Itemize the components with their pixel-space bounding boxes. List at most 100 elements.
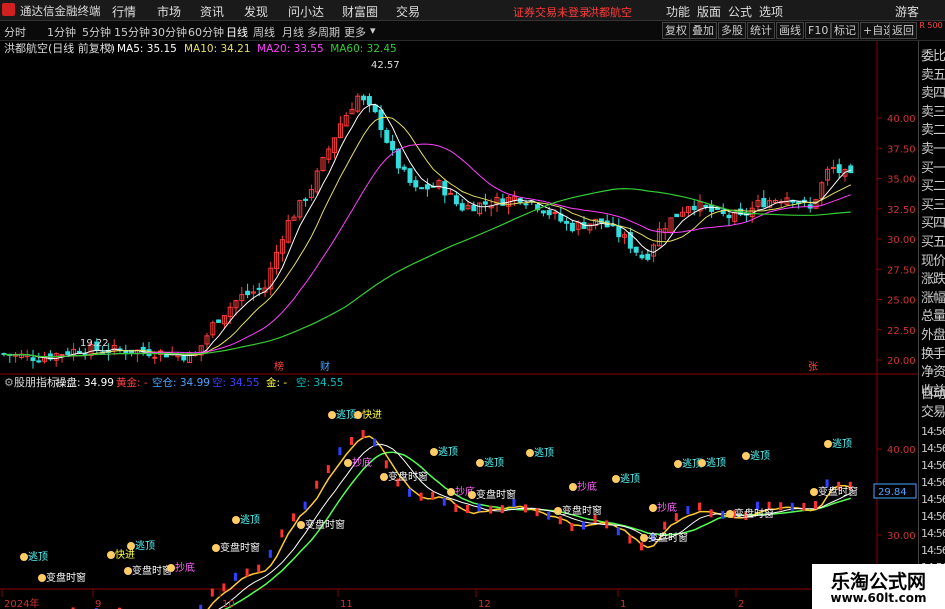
more-chevron-icon[interactable]: ▾ <box>370 24 376 37</box>
marker-finance[interactable]: 财 <box>320 360 330 373</box>
sidebar-item-5[interactable]: 卖一 <box>921 138 945 157</box>
menu-formula[interactable]: 公式 <box>728 3 752 20</box>
trade-login-notice[interactable]: 证券交易未登录 <box>513 4 590 20</box>
annotation-change-1: 变盘时窗 <box>46 571 86 584</box>
tab-30min[interactable]: 30分钟 <box>151 24 187 40</box>
price-tick-0: 40.00 <box>887 114 916 125</box>
sidebar-item-11[interactable]: 现价 <box>921 250 945 269</box>
ma-legend-2: MA20: 33.55 <box>257 43 324 55</box>
menu-news[interactable]: 资讯 <box>200 3 224 20</box>
indicator-bar <box>245 568 249 577</box>
sidebar-bottom-0[interactable]: 自动 <box>921 383 945 402</box>
sidebar-item-10[interactable]: 买五 <box>921 231 945 250</box>
sidebar-item-13[interactable]: 涨幅 <box>921 287 945 306</box>
tab-more[interactable]: 更多 <box>344 24 366 40</box>
annotation-dot <box>649 504 657 512</box>
annotation-dot <box>124 567 132 575</box>
candle-body <box>181 355 187 361</box>
tab-intraday[interactable]: 分时 <box>4 24 26 40</box>
chart-area[interactable]: 40.00 37.50 35.00 32.50 30.00 27.50 25.00 22.50… <box>0 41 918 609</box>
adjust-button[interactable]: 复权 <box>662 22 690 39</box>
annotation-dot <box>612 475 620 483</box>
tab-monthly[interactable]: 月线 <box>282 24 304 40</box>
menu-function[interactable]: 功能 <box>666 3 690 20</box>
marker-rank[interactable]: 榜 <box>274 360 284 373</box>
menu-market[interactable]: 市场 <box>157 3 181 20</box>
x-tick-1: 9 <box>95 599 101 609</box>
sidebar-bottom-1[interactable]: 交易 <box>921 401 945 420</box>
annotation-dot <box>380 473 388 481</box>
mark-button[interactable]: 标记 <box>831 22 859 39</box>
tab-weekly[interactable]: 周线 <box>253 24 275 40</box>
settings-gear-icon[interactable]: ⚙ <box>104 42 114 55</box>
menu-options[interactable]: 选项 <box>759 3 783 20</box>
sidebar-item-14[interactable]: 总量 <box>921 305 945 324</box>
candle-body <box>303 198 309 201</box>
candle-body <box>453 195 459 205</box>
sidebar-item-3[interactable]: 卖三 <box>921 101 945 120</box>
indicator-bar <box>500 505 504 514</box>
candle-body <box>523 203 529 206</box>
app-title: 通达信金融终端 <box>20 4 101 18</box>
menu-quotes[interactable]: 行情 <box>112 3 136 20</box>
menu-discover[interactable]: 发现 <box>244 3 268 20</box>
tab-60min[interactable]: 60分钟 <box>188 24 224 40</box>
f10-button[interactable]: F10 <box>805 22 832 39</box>
tab-15min[interactable]: 15分钟 <box>114 24 150 40</box>
overlay-button[interactable]: 叠加 <box>689 22 717 39</box>
price-tick-6: 25.00 <box>887 296 916 307</box>
sidebar-item-7[interactable]: 买二 <box>921 175 945 194</box>
sidebar-item-8[interactable]: 买三 <box>921 194 945 213</box>
back-button[interactable]: 返回 <box>889 22 917 39</box>
candle-body <box>848 165 854 174</box>
sidebar-item-2[interactable]: 卖四 <box>921 82 945 101</box>
annotation-dot <box>167 564 175 572</box>
ma5-line <box>3 103 851 360</box>
marker-limit-up[interactable]: 张 <box>808 361 818 373</box>
indicator-bar <box>257 564 261 573</box>
tab-multi-period[interactable]: 多周期 <box>307 24 340 40</box>
sidebar-time-0: 14:56 <box>921 425 945 438</box>
sidebar-item-4[interactable]: 卖二 <box>921 119 945 138</box>
candle-body <box>65 351 71 356</box>
tab-5min[interactable]: 5分钟 <box>82 24 111 40</box>
top-stock-name: 洪都航空 <box>588 6 632 19</box>
annotation-dot <box>297 521 305 529</box>
menu-wealth[interactable]: 财富圈 <box>342 3 378 20</box>
annotation-escape-15: 逃顶 <box>534 446 554 459</box>
guest-user[interactable]: 游客 <box>895 3 919 20</box>
annotation-escape-0: 逃顶 <box>28 550 48 563</box>
annotation-bottom-17: 抄底 <box>577 480 597 493</box>
sidebar-item-0[interactable]: 委比 <box>921 45 945 64</box>
indicator-bar <box>721 510 725 519</box>
indicator-bar <box>350 436 353 445</box>
menu-ask[interactable]: 问小达 <box>288 3 324 20</box>
menu-trade[interactable]: 交易 <box>396 3 420 20</box>
multi-stock-button[interactable]: 多股 <box>718 22 746 39</box>
sidebar-item-12[interactable]: 涨跌 <box>921 268 945 287</box>
annotation-dot <box>674 460 682 468</box>
sidebar-item-6[interactable]: 买一 <box>921 157 945 176</box>
sidebar-item-15[interactable]: 外盘 <box>921 324 945 343</box>
annotation-dot <box>824 440 832 448</box>
indicator-bar <box>326 465 330 474</box>
candle-body <box>401 166 407 170</box>
r-label: R 500 <box>919 21 943 30</box>
candle-body <box>546 210 552 216</box>
indicator-gear-icon[interactable]: ⚙ <box>4 376 14 389</box>
stats-button[interactable]: 统计 <box>747 22 775 39</box>
annotation-change-7: 变盘时窗 <box>305 518 345 531</box>
indicator-bar <box>802 502 806 511</box>
ma10-line <box>3 116 852 358</box>
sidebar-item-17[interactable]: 净资 <box>921 361 945 380</box>
sidebar-item-9[interactable]: 买四 <box>921 212 945 231</box>
tab-1min[interactable]: 1分钟 <box>47 24 76 40</box>
candlesticks <box>1 93 854 369</box>
sidebar-item-1[interactable]: 卖五 <box>921 64 945 83</box>
indicator-bar <box>222 583 226 592</box>
sidebar-item-16[interactable]: 换手 <box>921 343 945 362</box>
draw-line-button[interactable]: 画线 <box>776 22 804 39</box>
annotation-dot <box>328 411 336 419</box>
menu-layout[interactable]: 版面 <box>697 3 721 20</box>
tab-daily[interactable]: 日线 <box>226 24 248 40</box>
